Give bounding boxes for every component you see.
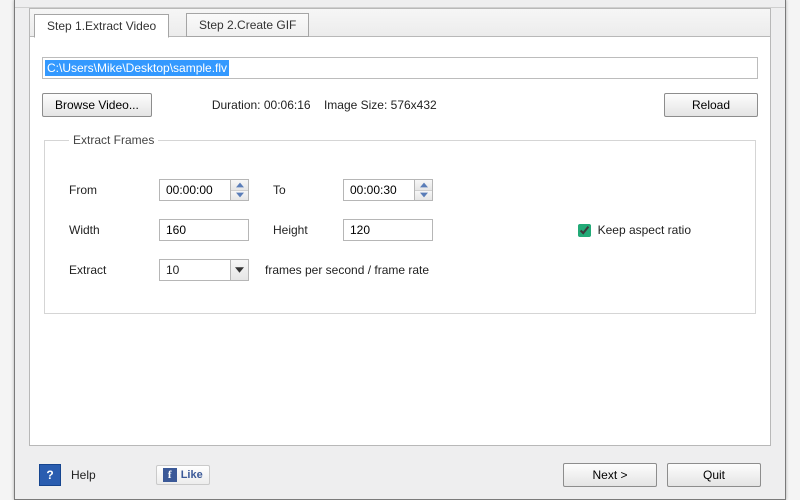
frame-rate-value: 10	[166, 263, 230, 277]
like-label: Like	[181, 469, 203, 481]
tab-extract-video[interactable]: Step 1.Extract Video	[34, 14, 169, 38]
facebook-like-button[interactable]: f Like	[156, 465, 210, 485]
from-label: From	[69, 183, 159, 197]
button-label: Reload	[692, 98, 730, 112]
frame-rate-combo[interactable]: 10	[159, 259, 249, 281]
quit-button[interactable]: Quit	[667, 463, 761, 487]
tab-strip: Step 1.Extract Video Step 2.Create GIF	[30, 9, 770, 37]
extract-frames-group: Extract Frames From To	[44, 133, 756, 314]
video-path-text: C:\Users\Mike\Desktop\sample.flv	[45, 60, 229, 76]
group-legend: Extract Frames	[69, 133, 158, 147]
keep-aspect-label: Keep aspect ratio	[598, 223, 691, 237]
width-field[interactable]	[164, 222, 246, 238]
spinner-up[interactable]	[415, 180, 432, 191]
height-input[interactable]	[343, 219, 433, 241]
reload-button[interactable]: Reload	[664, 93, 758, 117]
application-window: Step 1.Extract Video Step 2.Create GIF C…	[14, 0, 786, 500]
button-label: Quit	[703, 468, 725, 482]
chevron-down-icon[interactable]	[230, 260, 248, 280]
tab-create-gif[interactable]: Step 2.Create GIF	[186, 13, 309, 37]
spinner-up[interactable]	[231, 180, 248, 191]
main-panel: Step 1.Extract Video Step 2.Create GIF C…	[29, 8, 771, 446]
height-label: Height	[273, 223, 343, 237]
to-time-spinner	[414, 180, 432, 200]
tab-label: Step 2.Create GIF	[199, 18, 296, 32]
to-label: To	[273, 183, 343, 197]
tab-label: Step 1.Extract Video	[47, 19, 156, 33]
browse-video-button[interactable]: Browse Video...	[42, 93, 152, 117]
button-label: Browse Video...	[55, 98, 139, 112]
imgsize-value: 576x432	[391, 98, 437, 112]
tab-body: C:\Users\Mike\Desktop\sample.flv Browse …	[42, 57, 758, 435]
width-label: Width	[69, 223, 159, 237]
keep-aspect-checkbox[interactable]	[578, 224, 591, 237]
next-button[interactable]: Next >	[563, 463, 657, 487]
titlebar	[15, 0, 785, 8]
spinner-down[interactable]	[231, 191, 248, 201]
to-time-field[interactable]	[348, 182, 414, 198]
from-time-input[interactable]	[159, 179, 249, 201]
help-label: Help	[71, 468, 96, 482]
duration-label: Duration:	[212, 98, 261, 112]
keep-aspect-ratio[interactable]: Keep aspect ratio	[574, 221, 691, 240]
help-icon[interactable]: ?	[39, 464, 61, 486]
duration-value: 00:06:16	[264, 98, 311, 112]
height-field[interactable]	[348, 222, 430, 238]
imgsize-label: Image Size:	[324, 98, 387, 112]
from-time-field[interactable]	[164, 182, 230, 198]
footer-bar: ? Help f Like Next > Quit	[29, 450, 771, 499]
width-input[interactable]	[159, 219, 249, 241]
to-time-input[interactable]	[343, 179, 433, 201]
from-time-spinner	[230, 180, 248, 200]
video-path-input[interactable]: C:\Users\Mike\Desktop\sample.flv	[42, 57, 758, 79]
extract-label: Extract	[69, 263, 159, 277]
fps-caption: frames per second / frame rate	[265, 263, 429, 277]
facebook-icon: f	[163, 468, 177, 482]
button-label: Next >	[592, 468, 627, 482]
video-metadata: Duration: 00:06:16 Image Size: 576x432	[212, 98, 437, 112]
spinner-down[interactable]	[415, 191, 432, 201]
